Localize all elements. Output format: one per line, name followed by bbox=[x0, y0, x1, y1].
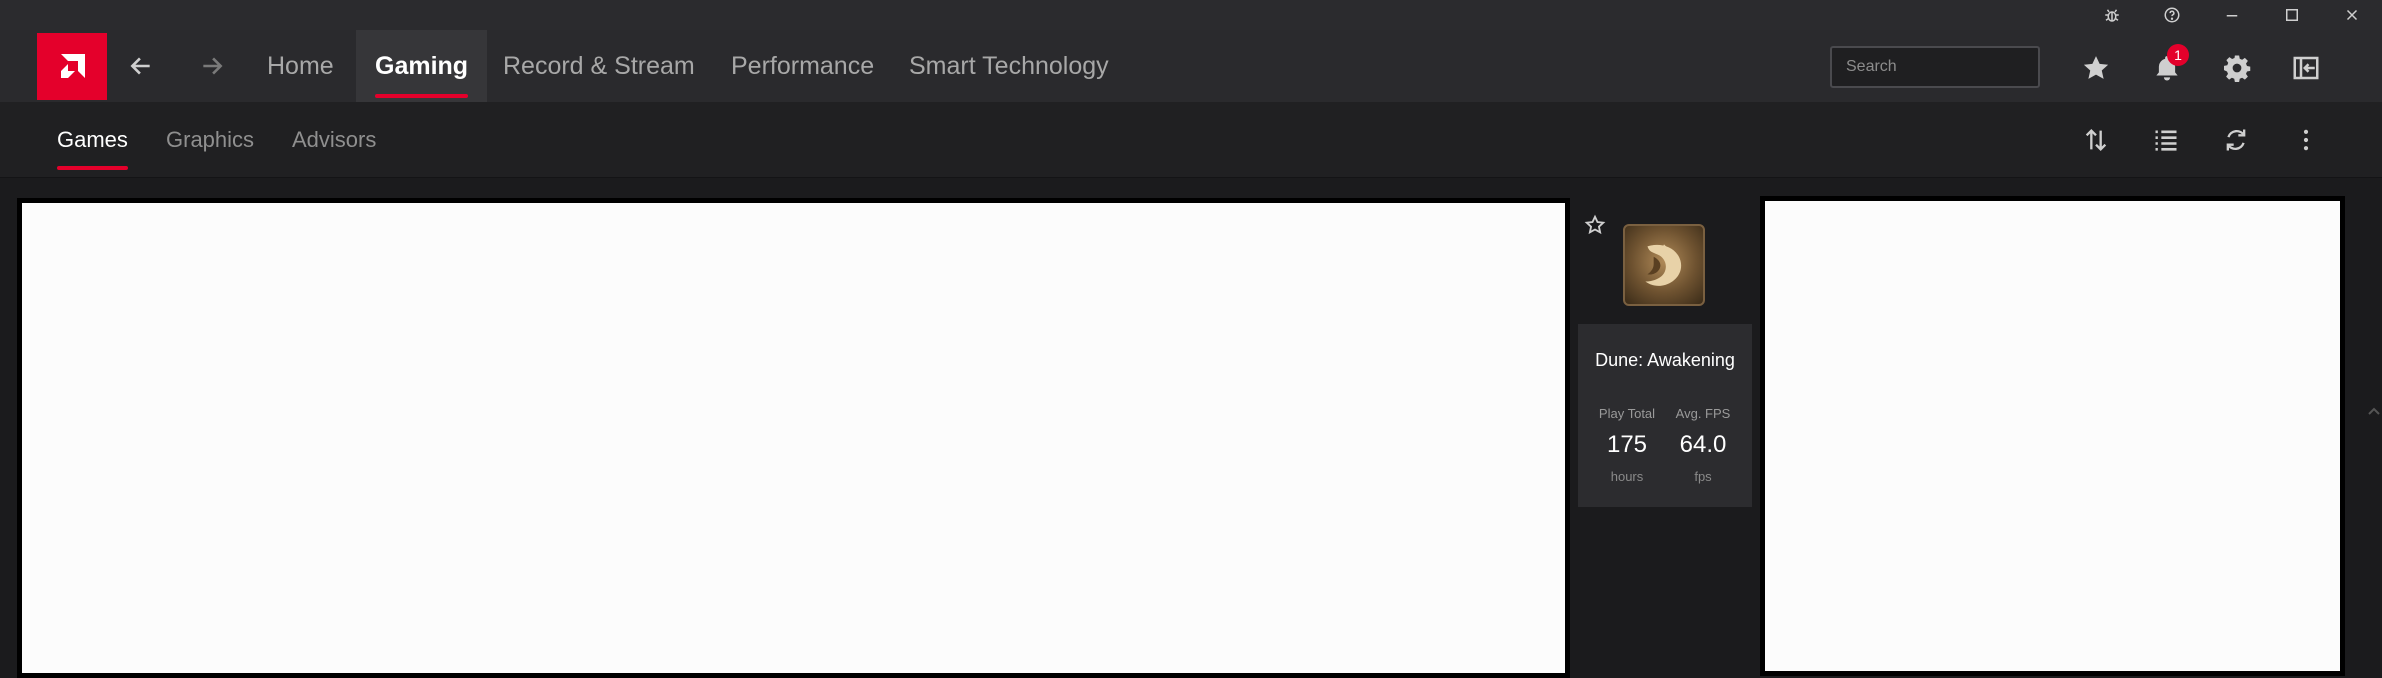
help-icon bbox=[2164, 7, 2180, 23]
star-outline-icon bbox=[1584, 214, 1606, 235]
refresh-icon bbox=[2226, 129, 2246, 151]
stat-value: 175 bbox=[1606, 431, 1648, 458]
sidebar-toggle-button[interactable] bbox=[2288, 50, 2324, 86]
sidebar-toggle-icon bbox=[2293, 56, 2319, 80]
search-box[interactable] bbox=[1830, 46, 2053, 88]
arrow-left-icon bbox=[130, 57, 150, 75]
scroll-arrow-icon bbox=[2368, 407, 2380, 415]
tab-performance[interactable]: Performance bbox=[712, 30, 893, 102]
title-bar bbox=[0, 0, 2382, 30]
more-icon bbox=[2303, 129, 2309, 151]
refresh-button[interactable] bbox=[2220, 124, 2252, 156]
sort-icon bbox=[2085, 129, 2107, 151]
gear-icon bbox=[2224, 55, 2251, 82]
game-info-panel: Dune: Awakening Play Total 175 hours Avg… bbox=[1578, 324, 1752, 507]
stat-label: Play Total bbox=[1598, 406, 1656, 421]
stat-avg-fps: Avg. FPS 64.0 fps bbox=[1666, 406, 1740, 484]
close-icon bbox=[2346, 9, 2358, 21]
dune-logo-icon bbox=[1645, 244, 1682, 286]
favorite-toggle[interactable] bbox=[1584, 214, 1608, 238]
notifications-button[interactable]: 1 bbox=[2149, 44, 2189, 86]
stat-play-total: Play Total 175 hours bbox=[1590, 406, 1664, 484]
tab-record-stream[interactable]: Record & Stream bbox=[484, 30, 714, 102]
search-input[interactable] bbox=[1846, 58, 2053, 76]
tab-advisors[interactable]: Advisors bbox=[292, 102, 376, 178]
game-thumbnail[interactable] bbox=[1623, 224, 1705, 306]
tab-smart-technology[interactable]: Smart Technology bbox=[890, 30, 1128, 102]
window-controls bbox=[2082, 0, 2382, 30]
favorites-button[interactable] bbox=[2078, 50, 2114, 86]
game-card[interactable]: Dune: Awakening Play Total 175 hours Avg… bbox=[1578, 196, 1752, 507]
maximize-button[interactable] bbox=[2262, 0, 2322, 30]
forward-button[interactable] bbox=[196, 50, 228, 82]
notification-badge: 1 bbox=[2167, 44, 2189, 66]
stat-label: Avg. FPS bbox=[1675, 406, 1731, 421]
bug-icon bbox=[2105, 9, 2119, 22]
minimize-button[interactable] bbox=[2202, 0, 2262, 30]
list-view-button[interactable] bbox=[2150, 124, 2182, 156]
more-options-button[interactable] bbox=[2290, 124, 2322, 156]
help-button[interactable] bbox=[2142, 0, 2202, 30]
star-icon bbox=[2083, 56, 2109, 79]
scrollbar[interactable] bbox=[2366, 400, 2382, 507]
stat-value: 64.0 bbox=[1679, 431, 1727, 458]
tab-home[interactable]: Home bbox=[248, 30, 353, 102]
maximize-icon bbox=[2286, 9, 2298, 21]
arrow-right-icon bbox=[203, 57, 223, 75]
settings-button[interactable] bbox=[2219, 50, 2255, 86]
tab-gaming[interactable]: Gaming bbox=[356, 30, 488, 102]
games-content-area bbox=[0, 178, 2382, 678]
list-view-icon bbox=[2155, 130, 2177, 151]
game-banner-panel bbox=[17, 198, 1570, 678]
minimize-icon bbox=[2226, 15, 2238, 17]
back-button[interactable] bbox=[125, 50, 157, 82]
close-button[interactable] bbox=[2322, 0, 2382, 30]
sub-navbar: Games Graphics Advisors bbox=[0, 102, 2382, 178]
stat-unit: hours bbox=[1610, 469, 1644, 484]
game-side-panel bbox=[1760, 196, 2345, 676]
amd-logo[interactable] bbox=[37, 33, 107, 100]
amd-logo-icon bbox=[61, 53, 85, 78]
tab-graphics[interactable]: Graphics bbox=[166, 102, 254, 178]
main-navbar: Home Gaming Record & Stream Performance … bbox=[0, 30, 2382, 102]
bug-report-button[interactable] bbox=[2082, 0, 2142, 30]
game-title: Dune: Awakening bbox=[1595, 350, 1735, 370]
sort-button[interactable] bbox=[2080, 124, 2112, 156]
tab-games[interactable]: Games bbox=[57, 102, 128, 178]
stat-unit: fps bbox=[1694, 469, 1712, 484]
